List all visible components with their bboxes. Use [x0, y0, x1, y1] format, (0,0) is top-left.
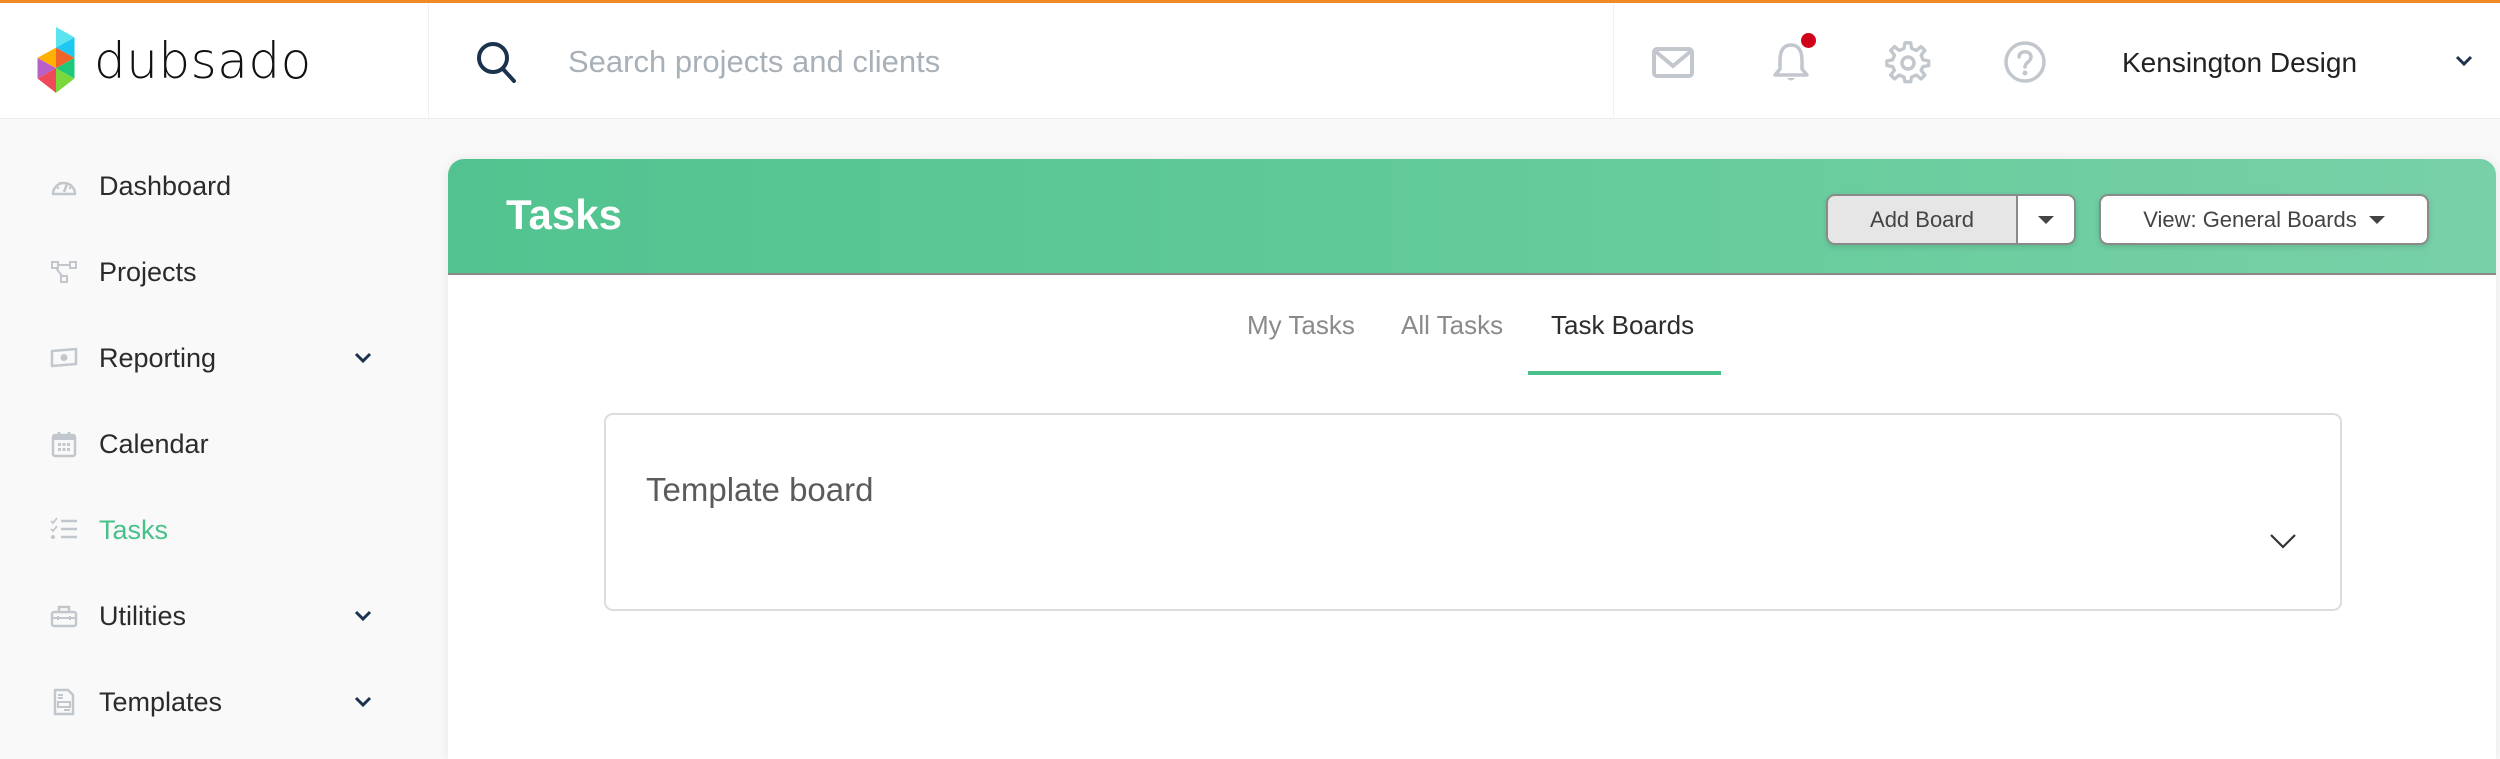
header-divider	[428, 3, 429, 119]
sidebar-item-dashboard[interactable]: Dashboard	[0, 151, 430, 221]
notification-badge	[1801, 33, 1816, 48]
search-input[interactable]	[568, 37, 1548, 87]
dubsado-logo[interactable]: dubsado	[34, 23, 312, 99]
dubsado-logo-icon	[37, 27, 75, 93]
sidebar-item-projects[interactable]: Projects	[0, 237, 430, 307]
add-board-dropdown-button[interactable]	[2018, 196, 2074, 243]
projects-icon	[51, 261, 77, 283]
top-header: dubsado Kensington Design	[0, 3, 2500, 119]
chevron-down-icon[interactable]	[352, 347, 374, 369]
sidebar-item-calendar[interactable]: Calendar	[0, 409, 430, 479]
sidebar-item-tasks[interactable]: Tasks	[0, 495, 430, 565]
sidebar-item-reporting[interactable]: Reporting	[0, 323, 430, 393]
view-boards-dropdown[interactable]: View: General Boards	[2099, 194, 2429, 245]
sidebar-item-label: Reporting	[99, 342, 217, 373]
sidebar-item-utilities[interactable]: Utilities	[0, 581, 430, 651]
active-tab-indicator	[1528, 371, 1721, 375]
calendar-icon	[51, 432, 77, 458]
logo-text: dubsado	[94, 32, 312, 90]
header-divider	[1613, 3, 1614, 119]
help-icon[interactable]	[2002, 39, 2048, 85]
board-title: Template board	[646, 471, 874, 508]
utilities-icon	[50, 605, 78, 628]
templates-icon	[53, 688, 75, 716]
board-card[interactable]: Template board	[604, 413, 2342, 611]
tasks-icon	[50, 517, 77, 539]
page-title: Tasks	[506, 191, 622, 238]
account-menu-chevron-icon[interactable]	[2452, 49, 2476, 73]
add-board-button-group: Add Board	[1826, 194, 2076, 245]
sidebar: Dashboard Projects Reporting Calendar Ta…	[0, 120, 430, 753]
chevron-down-icon[interactable]	[352, 691, 374, 713]
sidebar-item-templates[interactable]: Templates	[0, 667, 430, 737]
sidebar-item-label: Utilities	[99, 600, 187, 631]
dashboard-icon	[51, 181, 77, 196]
mail-icon[interactable]	[1650, 39, 1696, 85]
search-icon[interactable]	[474, 39, 518, 85]
sidebar-item-label: Projects	[99, 256, 197, 287]
tab-all-tasks[interactable]: All Tasks	[1401, 275, 1503, 375]
view-boards-label: View: General Boards	[2143, 206, 2357, 232]
caret-down-icon	[2038, 215, 2054, 224]
tab-task-boards[interactable]: Task Boards	[1551, 275, 1694, 375]
sidebar-item-label: Templates	[99, 686, 223, 717]
tab-my-tasks[interactable]: My Tasks	[1247, 275, 1355, 375]
reporting-icon	[50, 347, 78, 368]
gear-icon[interactable]	[1885, 39, 1931, 85]
account-name[interactable]: Kensington Design	[2122, 47, 2357, 79]
tasks-panel: Tasks Add Board View: General Boards My …	[448, 159, 2496, 759]
chevron-down-icon[interactable]	[352, 605, 374, 627]
sidebar-item-label: Calendar	[99, 428, 209, 459]
caret-down-icon	[2368, 215, 2385, 224]
sidebar-item-label: Tasks	[99, 514, 169, 545]
chevron-down-icon[interactable]	[2268, 529, 2298, 553]
sidebar-item-label: Dashboard	[99, 170, 232, 201]
add-board-button[interactable]: Add Board	[1828, 196, 2018, 243]
tasks-tabs: My Tasks All Tasks Task Boards	[448, 275, 2496, 375]
panel-header: Tasks Add Board View: General Boards	[448, 159, 2496, 275]
